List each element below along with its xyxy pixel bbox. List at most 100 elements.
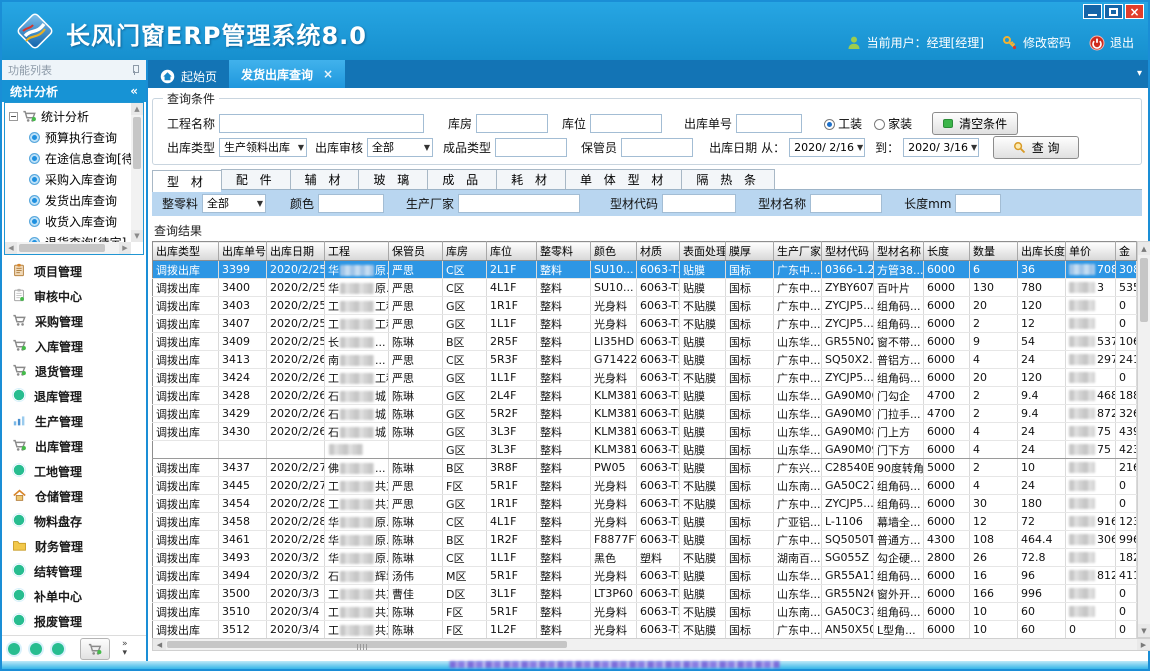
menu-item[interactable]: 报废管理 [2,609,146,634]
column-header[interactable]: 库房 [443,242,487,261]
cart-shortcut-button[interactable] [80,638,110,660]
table-row[interactable]: 调拨出库34072020/2/25工工程严思G区1L1F整料光身料6063-T5… [153,315,1137,333]
tree-item[interactable]: 收货入库查询 [9,211,131,232]
menu-item[interactable]: 物料盘存 [2,509,146,534]
column-header[interactable]: 工程 [325,242,389,261]
menu-item[interactable]: 结转管理 [2,559,146,584]
column-header[interactable]: 长度 [924,242,970,261]
column-header[interactable]: 单价 [1066,242,1116,261]
table-row[interactable]: 调拨出库34302020/2/26石城陈琳G区3L3F整料KLM38176063… [153,423,1137,441]
menu-item[interactable]: 审核中心 [2,284,146,309]
material-tab[interactable]: 型 材 [152,170,221,192]
table-row[interactable]: 调拨出库34282020/2/26石城陈琳G区2L4F整料KLM38176063… [153,387,1137,405]
whole-piece-select[interactable]: 全部▼ [202,194,266,213]
tree-horizontal-scrollbar[interactable]: ◀ ▶ [5,242,131,254]
length-input[interactable] [955,194,1001,213]
table-row[interactable]: 调拨出库34932020/3/2华原...陈琳C区1L1F整料黑色塑料不贴膜国标… [153,549,1137,567]
tab-home[interactable]: 起始页 [148,64,229,88]
tab-close-icon[interactable]: × [323,67,333,81]
menu-overflow-button[interactable]: »▾ [122,640,128,658]
column-header[interactable]: 颜色 [591,242,637,261]
out-type-select[interactable]: 生产领料出库▼ [219,138,307,157]
column-header[interactable]: 型材名称 [874,242,924,261]
material-tab[interactable]: 隔 热 条 [681,169,775,189]
table-row[interactable]: 调拨出库35122020/3/4工共工程陈琳F区1L2F整料光身料6063-T5… [153,621,1137,639]
table-row[interactable]: 调拨出库33992020/2/25华原...严思C区2L1F整料SU10...6… [153,261,1137,279]
tree-vertical-scrollbar[interactable]: ▲ ▼ [131,103,143,242]
minimize-icon[interactable] [1083,4,1102,19]
grid-horizontal-scrollbar[interactable]: ◀ ▶ [152,638,1150,651]
column-header[interactable]: 生产厂家 [774,242,822,261]
table-row[interactable]: 调拨出库34942020/3/2石辉城汤伟M区5R1F整料光身料6063-T5贴… [153,567,1137,585]
menu-item[interactable]: 出库管理 [2,434,146,459]
table-row[interactable]: 调拨出库34242020/2/26工工程严思G区1L1F整料光身料6063-T5… [153,369,1137,387]
change-password-button[interactable]: 修改密码 [1002,34,1071,51]
table-row[interactable]: 调拨出库34452020/2/27工共工程严思F区5R1F整料光身料6063-T… [153,477,1137,495]
module-dot-icon[interactable] [30,643,42,655]
material-tab[interactable]: 耗 材 [496,169,565,189]
table-row[interactable]: 调拨出库34582020/2/28华原...陈琳C区4L1F整料光身料6063-… [153,513,1137,531]
menu-item[interactable]: 工地管理 [2,459,146,484]
column-header[interactable]: 库位 [487,242,537,261]
column-header[interactable]: 材质 [637,242,680,261]
column-header[interactable]: 出库长度 [1018,242,1066,261]
radio-industrial[interactable]: 工装 [824,115,862,132]
menu-item[interactable]: 采购管理 [2,309,146,334]
audit-select[interactable]: 全部▼ [367,138,433,157]
column-header[interactable]: 型材代码 [822,242,874,261]
warehouse-input[interactable] [476,114,548,133]
column-header[interactable]: 出库单号 [219,242,267,261]
menu-item[interactable]: 入库管理 [2,334,146,359]
column-header[interactable]: 保管员 [389,242,443,261]
product-type-input[interactable] [495,138,567,157]
tab-overflow-icon[interactable]: ▾ [1137,68,1142,79]
keeper-input[interactable] [621,138,693,157]
table-row[interactable]: 调拨出库34372020/2/27佛...陈琳B区3R8F整料PW056063-… [153,459,1137,477]
column-header[interactable]: 金 [1116,242,1137,261]
table-row[interactable]: 调拨出库34612020/2/28华原...陈琳B区1R2F整料F8877FT6… [153,531,1137,549]
tab-shipping-outbound-query[interactable]: 发货出库查询 × [229,60,345,88]
profile-code-input[interactable] [662,194,736,213]
material-tab[interactable]: 单 体 型 材 [565,169,681,189]
menu-item[interactable]: 仓储管理 [2,484,146,509]
close-icon[interactable]: × [1125,4,1144,19]
tree-item[interactable]: 在途信息查询[待 [9,148,131,169]
date-from-picker[interactable]: 2020/ 2/16▼ [789,138,865,157]
tree-expander-icon[interactable] [9,112,18,121]
table-row[interactable]: 调拨出库34132020/2/26南...严思C区5R3F整料G71422606… [153,351,1137,369]
grid-vertical-scrollbar[interactable]: ▲ ▼ [1137,241,1150,638]
column-header[interactable]: 出库类型 [153,242,219,261]
table-row[interactable]: 调拨出库34542020/2/28工共工程严思G区1R1F整料光身料6063-T… [153,495,1137,513]
table-row[interactable]: 调拨出库34032020/2/25工工程严思G区1R1F整料光身料6063-T5… [153,297,1137,315]
search-button[interactable]: 查 询 [993,136,1079,159]
table-row[interactable]: 调拨出库35102020/3/4工共工程陈琳F区5R1F整料光身料6063-T5… [153,603,1137,621]
logout-button[interactable]: 退出 [1089,34,1134,51]
radio-home-decor[interactable]: 家装 [874,115,912,132]
clear-conditions-button[interactable]: 清空条件 [932,112,1018,135]
date-to-picker[interactable]: 2020/ 3/16▼ [903,138,979,157]
material-tab[interactable]: 玻 璃 [358,169,427,189]
tree-item[interactable]: 发货出库查询 [9,190,131,211]
menu-item[interactable]: 退库管理 [2,384,146,409]
tree-root-statistics[interactable]: 统计分析 [9,105,131,127]
order-no-input[interactable] [736,114,802,133]
tree-item[interactable]: 预算执行查询 [9,127,131,148]
menu-item[interactable]: 项目管理 [2,259,146,284]
menu-item[interactable]: 生产管理 [2,409,146,434]
tree-item[interactable]: 采购入库查询 [9,169,131,190]
material-tab[interactable]: 配 件 [221,169,290,189]
table-row[interactable]: 调拨出库34092020/2/25长...陈琳B区2R5F整料LI35HD606… [153,333,1137,351]
table-row[interactable]: 调拨出库34292020/2/26石城陈琳G区5R2F整料KLM38176063… [153,405,1137,423]
material-tab[interactable]: 辅 材 [290,169,359,189]
sidebar-group-statistics[interactable]: 统计分析 « [2,80,146,102]
table-row[interactable]: 调拨出库34002020/2/25华原...严思C区4L1F整料SU10...6… [153,279,1137,297]
profile-name-input[interactable] [810,194,882,213]
table-row[interactable]: 调拨出库35002020/3/3工共工程曹佳D区3L1F整料LT3P606063… [153,585,1137,603]
menu-item[interactable]: 退货管理 [2,359,146,384]
project-name-input[interactable] [219,114,424,133]
menu-item[interactable]: 财务管理 [2,534,146,559]
color-input[interactable] [318,194,384,213]
column-header[interactable]: 出库日期 [267,242,325,261]
maximize-icon[interactable] [1104,4,1123,19]
pin-icon[interactable] [130,65,140,75]
